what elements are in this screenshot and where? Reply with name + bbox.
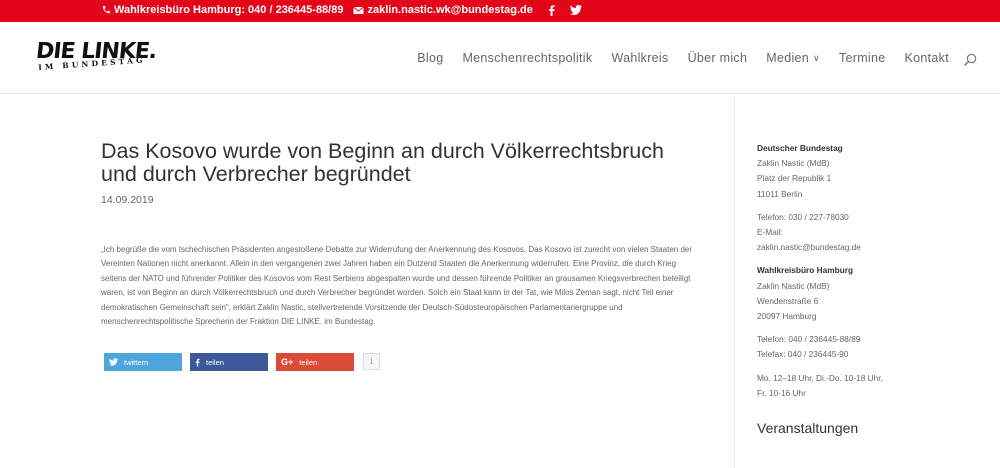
facebook-icon[interactable] — [545, 4, 559, 16]
email-label: E-Mail: — [757, 227, 783, 238]
facebook-share-button[interactable]: teilen — [190, 353, 268, 371]
nav-item-kontakt[interactable]: Kontakt — [905, 51, 950, 65]
nav-item-medien[interactable]: Medien ∨ — [766, 51, 820, 65]
site-header: DIE LINKE. IM BUNDESTAG Blog Menschenrec… — [0, 22, 1000, 94]
hamburg-heading: Wahlkreisbüro Hamburg — [757, 265, 854, 276]
events-heading: Veranstaltungen — [757, 420, 859, 437]
bundestag-address: Deutscher Bundestag Zaklin Nastic (MdB) … — [757, 141, 987, 202]
article-date: 14.09.2019 — [101, 194, 154, 206]
google-plus-share-label: teilen — [299, 357, 318, 367]
sidebar: Deutscher Bundestag Zaklin Nastic (MdB) … — [757, 141, 987, 436]
facebook-icon — [195, 358, 200, 367]
bundestag-heading: Deutscher Bundestag — [757, 143, 843, 153]
article-body: „Ich begrüße die vom tschechischen Präsi… — [101, 245, 693, 327]
address-line: Wendenstraße 6 — [757, 295, 819, 306]
twitter-share-button[interactable]: twittern — [104, 353, 182, 371]
bundestag-contact: Telefon: 030 / 227-78030 E-Mail: zaklin.… — [757, 210, 987, 256]
address-line: Zaklin Nastic (MdB) — [757, 280, 830, 291]
hamburg-contact: Telefon: 040 / 236445-88/89 Telefax: 040… — [757, 332, 987, 362]
address-line: Zaklin Nastic (MdB) — [757, 158, 830, 169]
hours-line: Mo. 12–18 Uhr, Di.-Do. 10-18 Uhr, — [757, 372, 883, 383]
google-plus-share-button[interactable]: G+ teilen — [276, 353, 354, 371]
top-bar: Wahlkreisbüro Hamburg: 040 / 236445-88/8… — [0, 0, 1000, 22]
nav-item-ueber-mich[interactable]: Über mich — [688, 51, 748, 65]
hours-line: Fr. 10-16 Uhr — [757, 387, 806, 398]
nav-item-termine[interactable]: Termine — [839, 51, 886, 65]
facebook-share-label: teilen — [206, 357, 224, 367]
hamburg-address: Wahlkreisbüro Hamburg Zaklin Nastic (MdB… — [757, 263, 987, 324]
article-title: Das Kosovo wurde von Beginn an durch Völ… — [101, 139, 664, 186]
main-nav: Blog Menschenrechtspolitik Wahlkreis Übe… — [398, 51, 949, 65]
site-logo[interactable]: DIE LINKE. IM BUNDESTAG — [35, 39, 158, 79]
office-hours: Mo. 12–18 Uhr, Di.-Do. 10-18 Uhr, Fr. 10… — [757, 371, 987, 401]
address-line: Platz der Republik 1 — [757, 173, 832, 184]
hamburg-phone: Telefon: 040 / 236445-88/89 — [757, 334, 861, 345]
article-header: Das Kosovo wurde von Beginn an durch Völ… — [101, 139, 691, 207]
phone-icon — [102, 6, 110, 14]
twitter-icon — [109, 358, 118, 366]
sidebar-divider — [734, 95, 735, 468]
search-icon[interactable] — [963, 53, 977, 67]
envelope-icon — [353, 6, 365, 14]
nav-item-blog[interactable]: Blog — [417, 51, 443, 65]
nav-item-medien-label: Medien — [766, 51, 810, 65]
phone-contact[interactable]: Wahlkreisbüro Hamburg: 040 / 236445-88/8… — [101, 4, 343, 16]
nav-item-wahlkreis[interactable]: Wahlkreis — [611, 51, 668, 65]
bundestag-phone: Telefon: 030 / 227-78030 — [757, 211, 849, 222]
address-line: 20097 Hamburg — [757, 311, 817, 322]
address-line: 11011 Berlin — [757, 188, 803, 199]
bundestag-email-link[interactable]: zaklin.nastic@bundestag.de — [757, 240, 987, 255]
google-plus-icon: G+ — [281, 357, 294, 367]
nav-item-menschenrechtspolitik[interactable]: Menschenrechtspolitik — [462, 51, 592, 65]
info-icon[interactable]: i — [363, 353, 380, 370]
twitter-share-label: twittern — [124, 357, 149, 367]
phone-text: Wahlkreisbüro Hamburg: 040 / 236445-88/8… — [114, 4, 344, 16]
chevron-down-icon: ∨ — [813, 52, 820, 63]
share-bar: twittern teilen G+ teilen i — [104, 353, 380, 371]
twitter-icon[interactable] — [569, 5, 583, 15]
email-contact[interactable]: zaklin.nastic.wk@bundestag.de — [353, 4, 533, 16]
hamburg-fax: Telefax: 040 / 236445-90 — [757, 349, 849, 360]
email-text: zaklin.nastic.wk@bundestag.de — [367, 4, 533, 16]
